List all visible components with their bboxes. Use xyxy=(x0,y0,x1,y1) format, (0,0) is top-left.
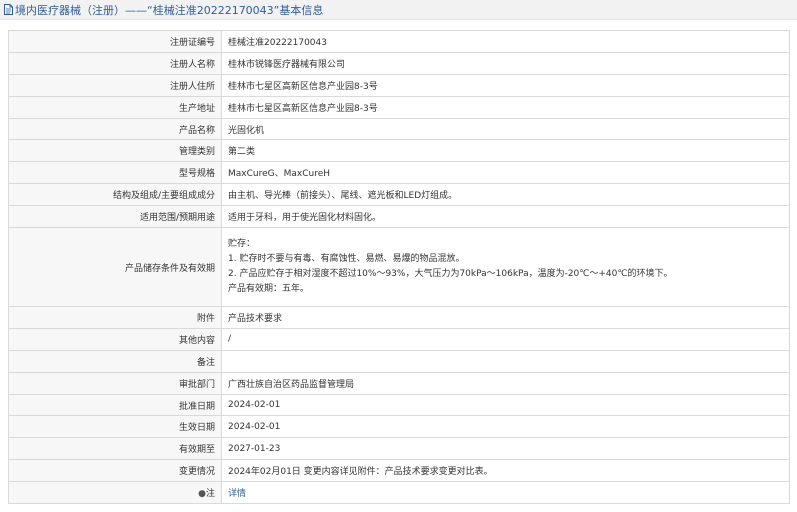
table-row: 注册证编号 桂械注准20222170043 xyxy=(8,30,790,53)
field-label: 管理类别 xyxy=(8,139,222,163)
field-value: / xyxy=(221,327,790,351)
table-row: 型号规格 MaxCureG、MaxCureH xyxy=(8,161,790,185)
field-value: 由主机、导光棒（前接头）、尾线、遮光板和LED灯组成。 xyxy=(221,183,790,207)
document-icon xyxy=(4,4,13,15)
field-label: 生产地址 xyxy=(8,95,222,119)
field-value: 广西壮族自治区药品监督管理局 xyxy=(221,371,790,395)
field-value: 桂林市七星区高新区信息产业园8-3号 xyxy=(221,95,790,119)
table-row: 适用范围/预期用途 适用于牙科，用于使光固化材料固化。 xyxy=(8,205,790,229)
field-label: 注册证编号 xyxy=(8,30,222,53)
table-row: 变更情况 2024年02月01日 变更内容详见附件：产品技术要求变更对比表。 xyxy=(8,459,790,483)
table-row: 附件 产品技术要求 xyxy=(8,306,790,329)
field-label: 其他内容 xyxy=(8,327,222,351)
field-label: 变更情况 xyxy=(8,459,222,483)
table-row: 其他内容 / xyxy=(8,327,790,351)
field-label: 注册人住所 xyxy=(8,73,222,97)
field-label: 注册人名称 xyxy=(8,51,222,75)
table-row: 审批部门 广西壮族自治区药品监督管理局 xyxy=(8,371,790,395)
table-row: 有效期至 2027-01-23 xyxy=(8,437,790,461)
table-row: 结构及组成/主要组成成分 由主机、导光棒（前接头）、尾线、遮光板和LED灯组成。 xyxy=(8,183,790,207)
field-value: 光固化机 xyxy=(221,117,790,141)
storage-line: 贮存： xyxy=(228,239,256,250)
field-label: 产品名称 xyxy=(8,117,222,141)
details-link[interactable]: 详情 xyxy=(228,489,246,499)
field-value xyxy=(221,349,790,373)
page-header: 境内医疗器械（注册）——“桂械注准20222170043”基本信息 xyxy=(0,0,797,20)
field-value: 2024-02-01 xyxy=(221,393,790,417)
storage-line: 1. 贮存时不要与有毒、有腐蚀性、易燃、易爆的物品混放。 xyxy=(228,254,465,265)
field-value: 桂林市七星区高新区信息产业园8-3号 xyxy=(221,73,790,97)
field-label: 有效期至 xyxy=(8,437,222,461)
field-label: 生效日期 xyxy=(8,415,222,439)
field-label: 适用范围/预期用途 xyxy=(8,205,222,229)
field-value: 桂械注准20222170043 xyxy=(221,30,790,53)
field-label: 批准日期 xyxy=(8,393,222,417)
info-table: 注册证编号 桂械注准20222170043 注册人名称 桂林市锐锋医疗器械有限公… xyxy=(8,30,790,505)
storage-line: 2. 产品应贮存于相对湿度不超过10%～93%，大气压力为70kPa～106kP… xyxy=(228,269,673,280)
table-row: 管理类别 第二类 xyxy=(8,139,790,163)
table-row: 注册人名称 桂林市锐锋医疗器械有限公司 xyxy=(8,51,790,75)
field-label: 备注 xyxy=(8,349,222,373)
field-value: 适用于牙科，用于使光固化材料固化。 xyxy=(221,205,790,229)
field-value: 第二类 xyxy=(221,139,790,163)
field-value: 产品技术要求 xyxy=(221,306,790,329)
field-value-storage: 贮存： 1. 贮存时不要与有毒、有腐蚀性、易燃、易爆的物品混放。 2. 产品应贮… xyxy=(221,227,790,308)
bullet-icon: ● xyxy=(198,489,206,500)
table-row: 产品储存条件及有效期 贮存： 1. 贮存时不要与有毒、有腐蚀性、易燃、易爆的物品… xyxy=(8,227,790,308)
table-row: ●注 详情 xyxy=(8,481,790,505)
field-value: 桂林市锐锋医疗器械有限公司 xyxy=(221,51,790,75)
storage-line: 产品有效期：五年。 xyxy=(228,284,310,295)
table-row: 注册人住所 桂林市七星区高新区信息产业园8-3号 xyxy=(8,73,790,97)
field-value: MaxCureG、MaxCureH xyxy=(221,161,790,185)
field-label: 产品储存条件及有效期 xyxy=(8,227,222,308)
field-value: 2024年02月01日 变更内容详见附件：产品技术要求变更对比表。 xyxy=(221,459,790,483)
page-title: 境内医疗器械（注册）——“桂械注准20222170043”基本信息 xyxy=(15,3,324,17)
field-label: 附件 xyxy=(8,306,222,329)
field-label-note: ●注 xyxy=(8,481,222,505)
field-label: 型号规格 xyxy=(8,161,222,185)
field-label: 结构及组成/主要组成成分 xyxy=(8,183,222,207)
table-row: 生产地址 桂林市七星区高新区信息产业园8-3号 xyxy=(8,95,790,119)
table-row: 批准日期 2024-02-01 xyxy=(8,393,790,417)
field-value: 详情 xyxy=(221,481,790,505)
table-row: 生效日期 2024-02-01 xyxy=(8,415,790,439)
field-label: 注 xyxy=(205,489,215,500)
field-value: 2027-01-23 xyxy=(221,437,790,461)
table-row: 产品名称 光固化机 xyxy=(8,117,790,141)
field-label: 审批部门 xyxy=(8,371,222,395)
field-value: 2024-02-01 xyxy=(221,415,790,439)
table-row: 备注 xyxy=(8,349,790,373)
